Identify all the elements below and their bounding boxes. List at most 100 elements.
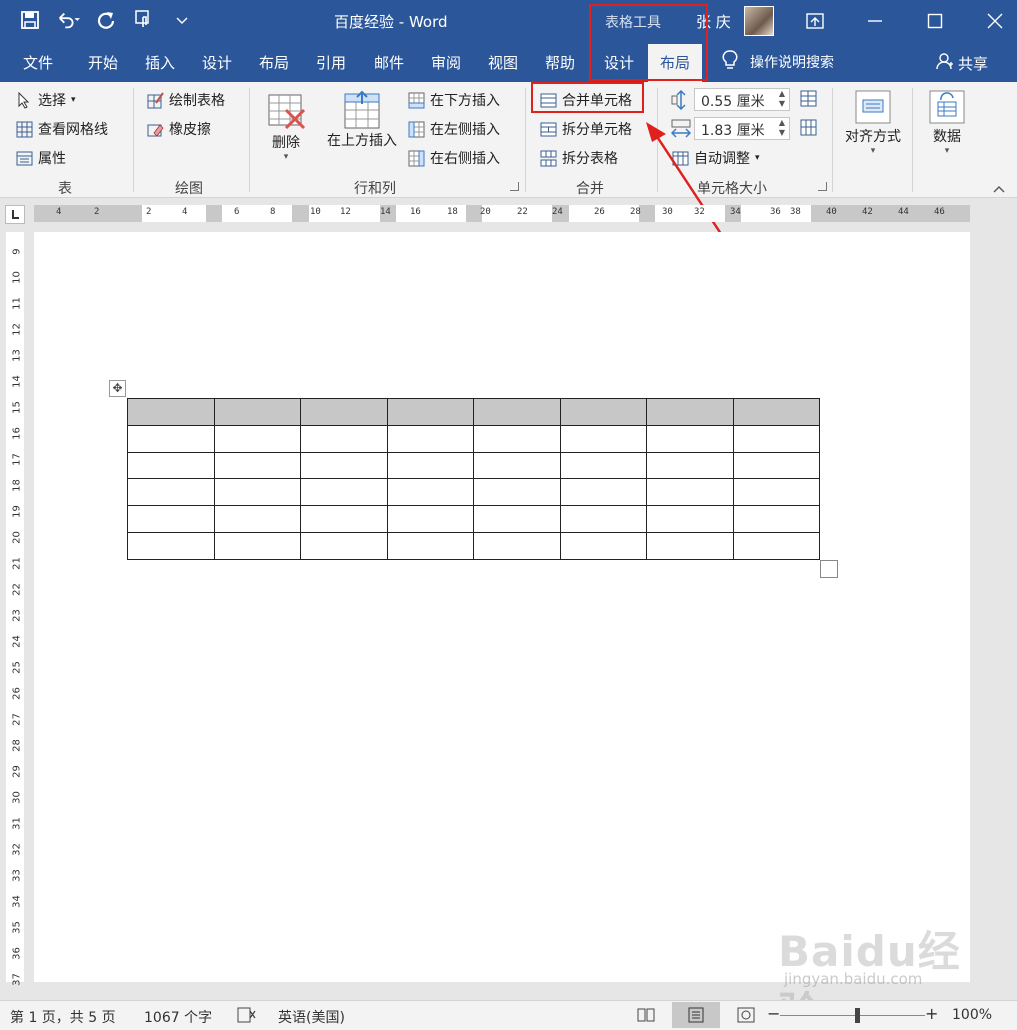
table-cell[interactable]: [300, 478, 388, 507]
table-cell[interactable]: [559, 451, 647, 480]
table-cell[interactable]: [300, 531, 388, 560]
table-header-row[interactable]: [127, 398, 820, 426]
tab-layout[interactable]: 布局: [259, 52, 289, 73]
tell-me-search[interactable]: 操作说明搜索: [722, 50, 834, 74]
minimize-icon[interactable]: [860, 6, 890, 36]
select-button[interactable]: 选择 ▾: [16, 90, 76, 110]
table-cell[interactable]: [646, 451, 734, 480]
word-count[interactable]: 1067 个字: [144, 1007, 212, 1027]
zoom-slider-thumb[interactable]: [855, 1008, 860, 1023]
share-button[interactable]: 共享: [936, 52, 988, 74]
properties-button[interactable]: 属性: [16, 148, 66, 168]
distribute-columns-icon[interactable]: [800, 119, 817, 136]
read-mode-icon[interactable]: [636, 1006, 656, 1028]
alignment-button[interactable]: 对齐方式 ▾: [840, 88, 906, 156]
table-cell[interactable]: [300, 398, 388, 426]
split-cells-button[interactable]: 拆分单元格: [540, 119, 632, 139]
zoom-level[interactable]: 100%: [952, 1007, 992, 1023]
tab-mailings[interactable]: 邮件: [374, 52, 404, 73]
delete-button[interactable]: 删除 ▾: [264, 92, 308, 162]
zoom-out-icon[interactable]: −: [767, 1004, 780, 1023]
table-cell[interactable]: [559, 398, 647, 426]
table-cell[interactable]: [127, 531, 215, 560]
insert-right-button[interactable]: 在右侧插入: [408, 148, 500, 168]
distribute-rows-icon[interactable]: [800, 90, 817, 107]
table-cell[interactable]: [386, 398, 474, 426]
table-cell[interactable]: [646, 424, 734, 453]
table-row[interactable]: [127, 531, 820, 560]
table-cell[interactable]: [213, 531, 301, 560]
rows-columns-launcher-icon[interactable]: [510, 182, 519, 191]
customize-qat-icon[interactable]: [170, 8, 194, 32]
table-row[interactable]: [127, 478, 820, 507]
insert-above-button[interactable]: 在上方插入: [322, 90, 402, 150]
row-height-spinner[interactable]: ▲ ▼: [777, 89, 787, 110]
collapse-ribbon-icon[interactable]: [992, 184, 1006, 194]
vertical-ruler[interactable]: 9 10 11 12 13 14 15 16 17 18 19 20 21 22 23 24 25 26 27 28 2…: [6, 232, 24, 986]
insert-below-button[interactable]: 在下方插入: [408, 90, 500, 110]
view-gridlines-button[interactable]: 查看网格线: [16, 119, 108, 139]
table-cell[interactable]: [646, 398, 734, 426]
table-cell[interactable]: [213, 478, 301, 507]
tab-file[interactable]: 文件: [23, 52, 53, 73]
table-cell[interactable]: [732, 451, 820, 480]
table-cell[interactable]: [646, 478, 734, 507]
undo-icon[interactable]: [56, 8, 80, 32]
proofing-icon[interactable]: [236, 1006, 258, 1028]
table-cell[interactable]: [127, 398, 215, 426]
table-cell[interactable]: [127, 451, 215, 480]
table-cell[interactable]: [127, 424, 215, 453]
table-cell[interactable]: [127, 505, 215, 533]
table-cell[interactable]: [559, 424, 647, 453]
table-cell[interactable]: [473, 531, 561, 560]
table-row[interactable]: [127, 451, 820, 480]
table-cell[interactable]: [732, 398, 820, 426]
tab-help[interactable]: 帮助: [545, 52, 575, 73]
table-cell[interactable]: [473, 505, 561, 533]
table-cell[interactable]: [732, 531, 820, 560]
split-table-button[interactable]: 拆分表格: [540, 148, 618, 168]
table-cell[interactable]: [473, 478, 561, 507]
table-cell[interactable]: [646, 531, 734, 560]
tab-insert[interactable]: 插入: [145, 52, 175, 73]
table-cell[interactable]: [213, 424, 301, 453]
page-count[interactable]: 第 1 页，共 5 页: [10, 1007, 116, 1027]
tab-selector[interactable]: [5, 205, 25, 224]
table-cell[interactable]: [386, 478, 474, 507]
print-layout-icon[interactable]: [672, 1002, 720, 1028]
tab-view[interactable]: 视图: [488, 52, 518, 73]
table-cell[interactable]: [386, 505, 474, 533]
table-cell[interactable]: [473, 451, 561, 480]
ribbon-display-options-icon[interactable]: [800, 6, 830, 36]
table-cell[interactable]: [213, 398, 301, 426]
table-resize-handle[interactable]: [820, 560, 838, 578]
table-cell[interactable]: [386, 531, 474, 560]
table-cell[interactable]: [559, 531, 647, 560]
table-cell[interactable]: [300, 505, 388, 533]
row-height-input[interactable]: 0.55 厘米 ▲ ▼: [694, 88, 790, 111]
cell-size-launcher-icon[interactable]: [818, 182, 827, 191]
table-cell[interactable]: [559, 478, 647, 507]
web-layout-icon[interactable]: [736, 1006, 756, 1028]
table-cell[interactable]: [213, 505, 301, 533]
table-cell[interactable]: [386, 424, 474, 453]
table-cell[interactable]: [732, 505, 820, 533]
eraser-button[interactable]: 橡皮擦: [147, 119, 211, 139]
language[interactable]: 英语(美国): [278, 1007, 345, 1027]
touch-mode-icon[interactable]: [132, 8, 156, 32]
horizontal-ruler[interactable]: 4 2 2 4 6 8 10 12 14 16 18 20 22 24 26 28 30 32 34 36 38 40 42…: [34, 205, 970, 222]
tab-review[interactable]: 审阅: [431, 52, 461, 73]
column-width-spinner[interactable]: ▲ ▼: [777, 118, 787, 139]
table-cell[interactable]: [646, 505, 734, 533]
zoom-in-icon[interactable]: +: [925, 1004, 938, 1023]
tab-home[interactable]: 开始: [88, 52, 118, 73]
data-button[interactable]: 数据 ▾: [925, 88, 969, 156]
save-icon[interactable]: [18, 8, 42, 32]
avatar[interactable]: [744, 6, 774, 36]
maximize-icon[interactable]: [920, 6, 950, 36]
table-cell[interactable]: [559, 505, 647, 533]
tab-references[interactable]: 引用: [316, 52, 346, 73]
table-row[interactable]: [127, 505, 820, 533]
table-cell[interactable]: [732, 424, 820, 453]
table-move-handle-icon[interactable]: ✥: [109, 380, 126, 397]
